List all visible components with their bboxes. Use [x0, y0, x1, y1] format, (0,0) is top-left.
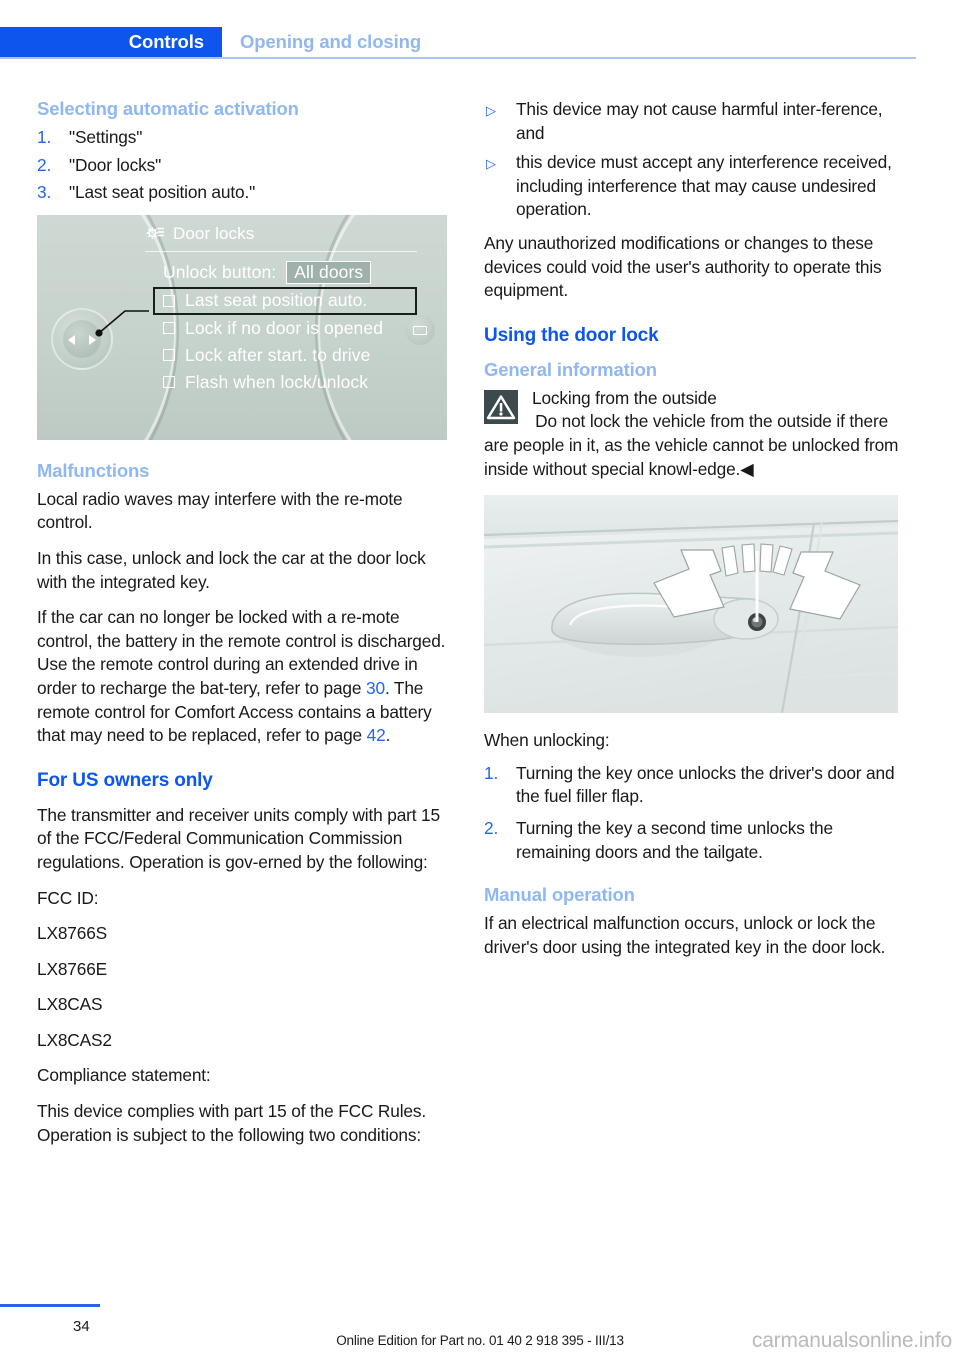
settings-gear-icon — [146, 226, 164, 239]
idrive-door-locks-screenshot: Door locks Unlock button: All doors Last… — [37, 214, 447, 440]
page-reference-30[interactable]: 30 — [366, 678, 385, 698]
heading-using-the-door-lock: Using the door lock — [484, 324, 659, 346]
triangle-bullet-icon: ▷ — [486, 103, 496, 118]
heading-manual-operation: Manual operation — [484, 884, 635, 906]
list-item: 2. Turning the key a second time unlocks… — [484, 817, 902, 864]
checkbox-icon[interactable] — [163, 376, 175, 389]
paragraph-us-owners: The transmitter and receiver units compl… — [37, 804, 440, 872]
list-item: ▷ This device may not cause harmful inte… — [484, 98, 902, 145]
unlock-steps-list: 1. Turning the key once unlocks the driv… — [484, 762, 902, 864]
idrive-title-row: Door locks — [145, 224, 254, 244]
chevron-right-icon — [89, 334, 96, 345]
warning-text-block: Locking from the outside Do not lock the… — [484, 387, 902, 481]
warning-triangle-icon — [484, 389, 518, 424]
checkbox-icon[interactable] — [163, 322, 175, 335]
warning-body: Do not lock the vehicle from the outside… — [484, 411, 899, 479]
idrive-option-label: Lock after start. to drive — [185, 344, 371, 365]
footer-divider — [0, 1304, 100, 1307]
idrive-controller-knob — [51, 307, 113, 370]
paragraph-manual-operation: If an electrical malfunction occurs, unl… — [484, 913, 886, 957]
list-item-label: "Last seat position auto." — [69, 182, 256, 203]
paragraph-unauthorized-modifications: Any unauthorized modifications or change… — [484, 232, 882, 301]
fcc-id-value-1: LX8766S — [37, 923, 108, 944]
idrive-option-lock-after-start[interactable]: Lock after start. to drive — [155, 342, 417, 369]
idrive-unlock-label: Unlock button: — [163, 261, 277, 282]
door-handle-illustration — [484, 495, 898, 714]
conditions-list: ▷ This device may not cause harmful inte… — [484, 98, 902, 222]
heading-malfunctions: Malfunctions — [37, 459, 150, 481]
site-watermark: carmanualsonline.info — [751, 1329, 952, 1352]
paragraph-text-c: . — [385, 725, 391, 746]
list-item-number: 2. — [484, 817, 499, 838]
idrive-unlock-button-row[interactable]: Unlock button: All doors — [163, 260, 372, 284]
heading-for-us-owners-only: For US owners only — [37, 769, 213, 791]
fcc-id-value-2: LX8766E — [37, 958, 108, 979]
callout-leader-line — [95, 309, 149, 337]
page-reference-42[interactable]: 42 — [367, 725, 386, 745]
heading-selecting-automatic-activation: Selecting automatic activation — [37, 98, 299, 119]
label-fcc-id: FCC ID: — [37, 887, 99, 908]
list-item-number: 2. — [37, 154, 52, 175]
warning-end-marker: ◀ — [740, 458, 754, 479]
idrive-option-lock-if-no-door-opened[interactable]: Lock if no door is opened — [155, 315, 417, 342]
warning-notice: Locking from the outside Do not lock the… — [484, 387, 902, 481]
idrive-options-list: Last seat position auto. Lock if no door… — [153, 286, 417, 396]
door-handle-photo — [484, 495, 898, 714]
idrive-option-last-seat-position[interactable]: Last seat position auto. — [153, 286, 417, 315]
list-item-label: Turning the key a second time unlocks th… — [516, 817, 833, 862]
idrive-title-divider — [145, 250, 417, 253]
list-item-label: "Door locks" — [69, 154, 162, 175]
paragraph-malfunctions-2: In this case, unlock and lock the car at… — [37, 547, 426, 592]
list-item-number: 1. — [484, 762, 499, 783]
idrive-option-flash-when-lock-unlock[interactable]: Flash when lock/unlock — [155, 369, 417, 396]
breadcrumb-section-label: Opening and closing — [240, 31, 422, 52]
idrive-option-label: Lock if no door is opened — [185, 317, 384, 338]
chapter-label: Controls — [128, 31, 204, 52]
paragraph-malfunctions-3: If the car can no longer be locked with … — [37, 606, 455, 748]
triangle-bullet-icon: ▷ — [486, 156, 496, 172]
fcc-id-value-4: LX8CAS2 — [37, 1029, 112, 1050]
idrive-title-label: Door locks — [173, 223, 255, 243]
idrive-unlock-value[interactable]: All doors — [286, 260, 372, 284]
list-item-label: "Settings" — [69, 127, 143, 147]
idrive-option-label: Last seat position auto. — [185, 290, 368, 311]
idrive-left-bezel — [37, 214, 179, 440]
label-compliance-statement: Compliance statement: — [37, 1065, 211, 1086]
list-item-label: This device may not cause harmful inter-… — [516, 99, 883, 143]
paragraph-compliance-statement: This device complies with part 15 of the… — [37, 1101, 427, 1145]
checkbox-icon[interactable] — [163, 349, 175, 362]
heading-general-information: General information — [484, 358, 657, 380]
list-item: 2. "Door locks" — [37, 154, 455, 178]
page-header: Controls Opening and closing — [0, 27, 960, 59]
paragraph-malfunctions-1: Local radio waves may interfere with the… — [37, 488, 403, 533]
list-item-number: 1. — [37, 127, 52, 147]
list-item: ▷ this device must accept any interferen… — [484, 151, 902, 222]
header-divider — [0, 57, 916, 59]
list-item-number: 3. — [37, 182, 52, 203]
selecting-steps-list: 1. "Settings" 2. "Door locks" 3. "Last s… — [37, 126, 455, 205]
right-column: ▷ This device may not cause harmful inte… — [484, 98, 902, 971]
list-item-label: Turning the key once unlocks the driver'… — [516, 762, 895, 807]
breadcrumb-chapter-tab: Controls — [0, 27, 222, 57]
list-item: 3. "Last seat position auto." — [37, 181, 455, 205]
paragraph-when-unlocking: When unlocking: — [484, 730, 610, 751]
chevron-left-icon — [68, 334, 75, 345]
list-item: 1. Turning the key once unlocks the driv… — [484, 762, 902, 809]
fcc-id-value-3: LX8CAS — [37, 994, 103, 1015]
warning-title: Locking from the outside — [532, 387, 717, 408]
list-item-label: this device must accept any interference… — [516, 152, 892, 220]
list-item: 1. "Settings" — [37, 126, 455, 150]
idrive-controller-knob-inner — [63, 319, 101, 358]
idrive-option-label: Flash when lock/unlock — [185, 371, 369, 392]
left-column: Selecting automatic activation 1. "Setti… — [37, 98, 455, 1159]
checkbox-icon[interactable] — [163, 294, 175, 307]
